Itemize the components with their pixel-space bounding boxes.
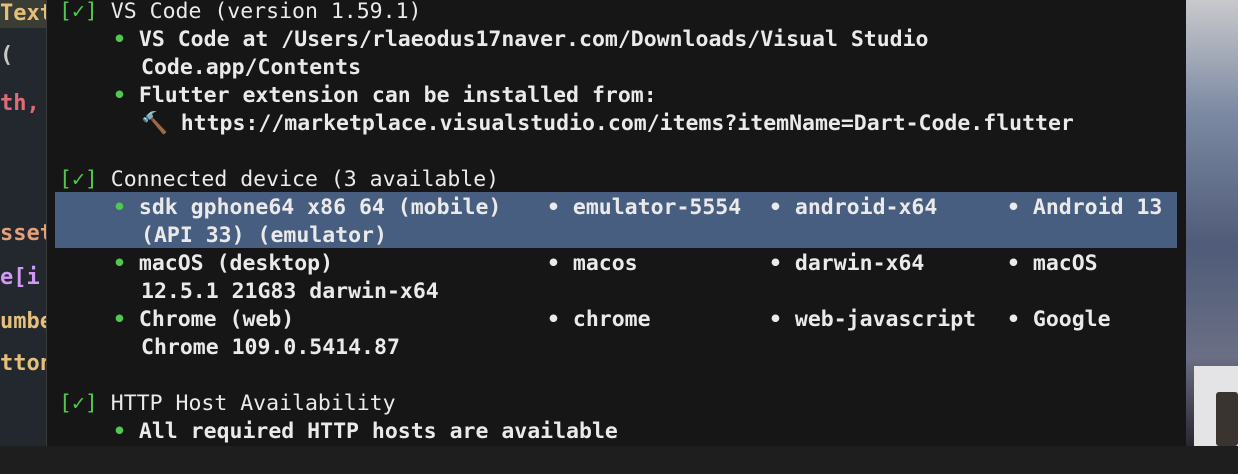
bullet-icon: • <box>769 251 782 276</box>
check-mark-icon: [✓] <box>59 0 98 24</box>
bullet-icon: • <box>113 307 126 332</box>
section-title: HTTP Host Availability <box>110 391 396 416</box>
device-name: Chrome (web) <box>138 307 295 332</box>
window-thumbnail[interactable] <box>1216 392 1238 446</box>
code-fragment: Text <box>0 0 46 28</box>
code-fragment: umbe <box>0 309 46 334</box>
terminal-text: All required HTTP hosts are available <box>138 419 618 444</box>
bullet-icon: • <box>1007 307 1020 332</box>
device-row-cont: (API 33) (emulator) <box>141 223 387 248</box>
device-id: chrome <box>572 307 651 332</box>
device-name: sdk gphone64 x86 64 (mobile) <box>138 195 502 220</box>
device-id: macos <box>572 251 638 276</box>
device-row-cont: Chrome 109.0.5414.87 <box>141 335 400 360</box>
check-mark-icon: [✓] <box>59 167 98 192</box>
bullet-icon: • <box>113 83 126 108</box>
code-fragment: tton <box>0 351 46 376</box>
terminal-text: Flutter extension can be installed from: <box>138 83 657 108</box>
terminal-panel[interactable]: [✓] VS Code (version 1.59.1) • VS Code a… <box>46 0 1187 446</box>
code-fragment: sset <box>0 221 46 246</box>
code-fragment: ( <box>0 43 14 68</box>
bullet-icon: • <box>113 419 126 444</box>
bullet-icon: • <box>113 27 126 52</box>
device-platform: darwin-x64 <box>794 251 925 276</box>
section-title: Connected device (3 available) <box>110 167 500 192</box>
vscode-path-line: • VS Code at /Users/rlaeodus17naver.com/… <box>113 26 929 54</box>
flutter-ext-line: • Flutter extension can be installed fro… <box>113 82 657 110</box>
vscode-section-header: [✓] VS Code (version 1.59.1) <box>59 0 421 26</box>
bullet-icon: • <box>113 195 126 220</box>
vscode-path-cont: Code.app/Contents <box>141 55 362 80</box>
device-row[interactable]: • Chrome (web) • chrome • web-javascript… <box>113 306 1173 334</box>
device-row[interactable]: • sdk gphone64 x86 64 (mobile) • emulato… <box>113 194 1173 222</box>
bullet-icon: • <box>1007 251 1020 276</box>
bullet-icon: • <box>113 251 126 276</box>
check-mark-icon: [✓] <box>59 391 98 416</box>
terminal-text: VS Code at /Users/rlaeodus17naver.com/Do… <box>138 27 929 52</box>
device-os: Google <box>1032 307 1111 332</box>
device-os: macOS <box>1032 251 1098 276</box>
code-editor-panel[interactable]: Text ( th, sset e[i umbe tton <box>0 0 46 446</box>
device-platform: android-x64 <box>794 195 938 220</box>
device-row-cont: 12.5.1 21G83 darwin-x64 <box>141 279 439 304</box>
bullet-icon: • <box>547 307 560 332</box>
http-status-line: • All required HTTP hosts are available <box>113 418 618 446</box>
marketplace-link[interactable]: 🔨 https://marketplace.visualstudio.com/i… <box>141 110 1074 138</box>
device-os: Android 13 <box>1032 195 1163 220</box>
bullet-icon: • <box>547 195 560 220</box>
bullet-icon: • <box>769 195 782 220</box>
device-row[interactable]: • macOS (desktop) • macos • darwin-x64 •… <box>113 250 1173 278</box>
bullet-icon: • <box>547 251 560 276</box>
code-fragment: th, <box>0 91 40 116</box>
section-title: VS Code (version 1.59.1) <box>110 0 422 24</box>
bullet-icon: • <box>1007 195 1020 220</box>
devices-section-header: [✓] Connected device (3 available) <box>59 166 499 194</box>
desktop-wallpaper <box>1186 0 1238 446</box>
http-section-header: [✓] HTTP Host Availability <box>59 390 396 418</box>
device-id: emulator-5554 <box>572 195 742 220</box>
device-name: macOS (desktop) <box>138 251 334 276</box>
device-platform: web-javascript <box>794 307 977 332</box>
code-fragment: e[i <box>0 265 40 290</box>
bullet-icon: • <box>769 307 782 332</box>
